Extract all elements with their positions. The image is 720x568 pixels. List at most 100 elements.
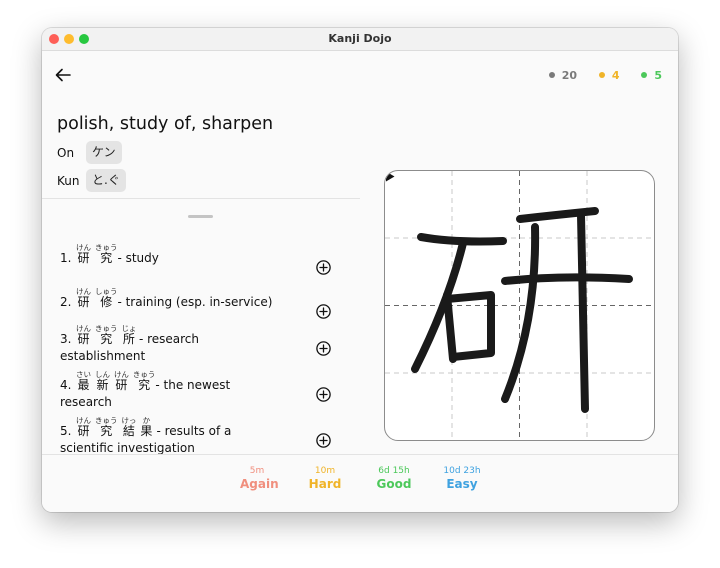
vocab-kanji: 修 bbox=[94, 295, 118, 309]
vocab-number: 4. bbox=[60, 378, 72, 392]
grade-good-button[interactable]: 6d 15h Good bbox=[374, 466, 414, 491]
vocab-kanji: 研 bbox=[113, 378, 129, 392]
add-vocab-plus-icon[interactable] bbox=[316, 341, 331, 356]
vocab-meaning: - results of a bbox=[156, 424, 232, 438]
vocab-word-char: 修しゅう bbox=[95, 287, 118, 309]
count-new-dot bbox=[641, 72, 648, 78]
grade-easy-button[interactable]: 10d 23h Easy bbox=[440, 466, 484, 491]
window-title: Kanji Dojo bbox=[328, 32, 392, 45]
grade-hard-interval: 10m bbox=[314, 466, 336, 476]
count-review-dot bbox=[548, 72, 555, 78]
vocab-furigana: しん bbox=[94, 370, 110, 379]
grade-hard-label: Hard bbox=[308, 477, 342, 491]
vocab-word-char: 究きゅう bbox=[94, 324, 118, 346]
vocab-number: 5. bbox=[60, 424, 72, 438]
review-counts: 20 4 5 bbox=[531, 68, 662, 82]
on-label: On bbox=[57, 146, 75, 160]
vocab-furigana: きゅう bbox=[94, 416, 118, 425]
app-window: Kanji Dojo 20 4 5 polish, study of, shar… bbox=[42, 28, 678, 512]
vocab-kanji: 結 bbox=[121, 424, 137, 438]
vocab-kanji: 最 bbox=[75, 378, 91, 392]
vocab-item: 1. 研けん究きゅう- study bbox=[60, 243, 320, 267]
vocab-word-char: 究きゅう bbox=[95, 243, 118, 265]
vocab-furigana: きゅう bbox=[132, 370, 156, 379]
vocab-word-char: 究きゅう bbox=[133, 370, 156, 392]
vocab-kanji: 研 bbox=[75, 295, 91, 309]
vocab-number: 1. bbox=[60, 251, 72, 265]
vocab-word-char: 新しん bbox=[94, 370, 110, 392]
vocab-meaning: - the newest bbox=[155, 378, 231, 392]
vocab-word-char: 究きゅう bbox=[94, 416, 118, 438]
vocab-kanji: 究 bbox=[94, 424, 118, 438]
vocab-number: 2. bbox=[60, 295, 72, 309]
count-learning-value: 4 bbox=[611, 68, 620, 82]
vocab-meaning: - research bbox=[138, 332, 199, 346]
grade-easy-interval: 10d 23h bbox=[443, 466, 481, 476]
vocab-kanji: 研 bbox=[75, 424, 91, 438]
count-review: 20 bbox=[548, 68, 577, 82]
vocab-word-char: 果か bbox=[140, 416, 153, 438]
vocab-furigana: きゅう bbox=[94, 243, 118, 252]
grade-good-interval: 6d 15h bbox=[378, 466, 410, 476]
vocab-kanji: 究 bbox=[94, 332, 118, 346]
grading-bar: 5m Again 10m Hard 6d 15h Good 10d 23h Ea… bbox=[42, 454, 678, 512]
vocab-meaning-continued: establishment bbox=[60, 349, 146, 363]
vocab-furigana: か bbox=[140, 416, 153, 425]
grade-good-label: Good bbox=[376, 477, 412, 491]
vocab-meaning: - training (esp. in-service) bbox=[117, 295, 273, 309]
vocab-word-char: 研けん bbox=[75, 324, 91, 346]
vocab-furigana: けん bbox=[75, 416, 91, 425]
vocab-kanji: 究 bbox=[94, 251, 118, 265]
vocab-furigana: けっ bbox=[121, 416, 137, 425]
vocab-kanji: 研 bbox=[75, 251, 91, 265]
vocab-item: 5. 研けん究きゅう結けっ果か- results of a scientific i… bbox=[60, 416, 320, 457]
grade-again-label: Again bbox=[240, 477, 279, 491]
count-learning-dot bbox=[598, 72, 605, 78]
vocab-word-char: 研けん bbox=[113, 370, 129, 392]
add-vocab-plus-icon[interactable] bbox=[316, 304, 331, 319]
kanji-meaning: polish, study of, sharpen bbox=[57, 114, 274, 134]
vocab-item: 3. 研けん究きゅう所じょ- research establishment bbox=[60, 324, 320, 365]
vocab-meaning: - study bbox=[117, 251, 159, 265]
count-review-value: 20 bbox=[561, 68, 577, 82]
kun-label: Kun bbox=[57, 174, 80, 188]
count-learning: 4 bbox=[598, 68, 620, 82]
on-reading-chip[interactable]: ケン bbox=[86, 141, 122, 164]
vocab-kanji: 新 bbox=[94, 378, 110, 392]
grade-again-interval: 5m bbox=[249, 466, 265, 476]
play-stroke-animation-icon[interactable] bbox=[385, 171, 395, 182]
grade-again-button[interactable]: 5m Again bbox=[240, 466, 279, 491]
vocab-furigana: じょ bbox=[121, 324, 137, 333]
vocab-kanji: 究 bbox=[132, 378, 156, 392]
grade-hard-button[interactable]: 10m Hard bbox=[308, 466, 342, 491]
sheet-drag-handle[interactable] bbox=[188, 215, 213, 218]
kanji-strokes bbox=[411, 207, 633, 413]
kanji-drawing-canvas[interactable] bbox=[384, 170, 655, 441]
vocab-word-char: 最さい bbox=[75, 370, 91, 392]
vocab-item: 4. 最さい新しん研けん究きゅう- the newest research bbox=[60, 370, 320, 411]
vocab-word-char: 研けん bbox=[75, 287, 91, 309]
grade-easy-label: Easy bbox=[446, 477, 478, 491]
vocab-meaning-continued: scientific investigation bbox=[60, 441, 195, 455]
vocab-item: 2. 研けん修しゅう- training (esp. in-service) bbox=[60, 287, 320, 311]
vocab-word-char: 研けん bbox=[75, 416, 91, 438]
vocab-kanji: 所 bbox=[121, 332, 137, 346]
title-bar: Kanji Dojo bbox=[42, 28, 678, 51]
vocab-meaning-continued: research bbox=[60, 395, 112, 409]
vocab-furigana: しゅう bbox=[94, 287, 118, 296]
vocab-kanji: 果 bbox=[140, 424, 153, 438]
vocab-furigana: さい bbox=[75, 370, 91, 379]
vocab-furigana: けん bbox=[75, 243, 91, 252]
add-vocab-plus-icon[interactable] bbox=[316, 433, 331, 448]
vocab-word-char: 所じょ bbox=[121, 324, 137, 346]
vocab-word-char: 結けっ bbox=[121, 416, 137, 438]
vocab-number: 3. bbox=[60, 332, 72, 346]
count-new: 5 bbox=[641, 69, 662, 82]
back-arrow-icon[interactable] bbox=[54, 66, 72, 84]
vocab-kanji: 研 bbox=[75, 332, 91, 346]
section-divider bbox=[42, 198, 360, 199]
add-vocab-plus-icon[interactable] bbox=[316, 387, 331, 402]
vocab-furigana: けん bbox=[75, 324, 91, 333]
kun-reading-chip[interactable]: と.ぐ bbox=[86, 169, 126, 192]
add-vocab-plus-icon[interactable] bbox=[316, 260, 331, 275]
